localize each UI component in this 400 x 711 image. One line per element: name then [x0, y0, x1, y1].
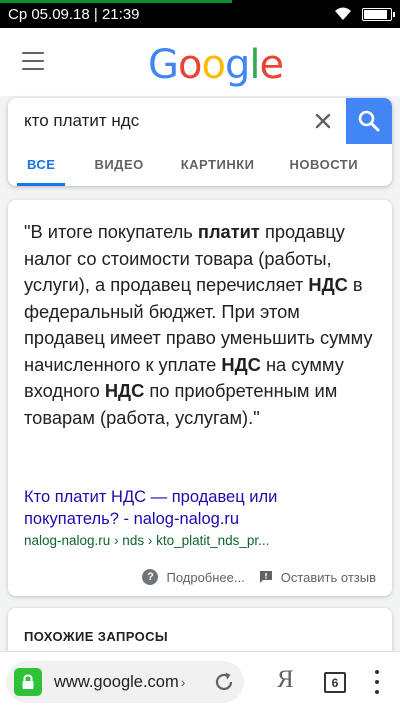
search-button[interactable] — [346, 98, 392, 144]
reload-icon — [215, 672, 233, 691]
search-icon — [358, 110, 380, 132]
status-icons — [334, 7, 395, 21]
logo-letter: o — [201, 42, 226, 88]
logo-letter: l — [249, 42, 260, 88]
tabs-switcher-button[interactable]: 6 — [324, 672, 346, 693]
result-title-link[interactable]: Кто платит НДС — продавец или покупатель… — [24, 486, 354, 530]
snippet-footer: ? Подробнее... Оставить отзыв — [8, 566, 392, 588]
page-load-progress-bar — [0, 0, 232, 3]
quote-highlight: НДС — [221, 353, 261, 375]
tab-video[interactable]: ВИДЕО — [94, 144, 143, 186]
address-bar[interactable]: www.google.com › — [6, 661, 244, 703]
close-icon — [315, 113, 331, 129]
status-time: Ср 05.09.18 | 21:39 — [8, 5, 140, 23]
quote-highlight: НДС — [308, 274, 348, 295]
snippet-quote: "В итоге покупатель платит продавцу нало… — [24, 219, 384, 431]
wifi-icon — [335, 7, 351, 20]
tab-all[interactable]: ВСЕ — [16, 144, 67, 186]
logo-letter: G — [148, 42, 179, 88]
result-url[interactable]: nalog-nalog.ru › nds › kto_platit_nds_pr… — [24, 533, 364, 548]
logo-letter: e — [259, 42, 284, 88]
quote-highlight: НДС — [104, 380, 145, 401]
logo-letter: o — [178, 42, 203, 88]
feedback-icon — [259, 571, 272, 583]
hamburger-menu-icon[interactable] — [22, 52, 44, 70]
battery-icon — [362, 7, 395, 21]
yandex-button[interactable]: Я — [277, 666, 294, 694]
help-icon: ? — [142, 569, 159, 585]
related-searches-title: ПОХОЖИЕ ЗАПРОСЫ — [24, 629, 169, 644]
tab-images[interactable]: КАРТИНКИ — [181, 144, 255, 186]
tab-news[interactable]: НОВОСТИ — [290, 144, 359, 186]
search-tabs: ВСЕ ВИДЕО КАРТИНКИ НОВОСТИ КА — [8, 144, 392, 186]
lock-icon[interactable] — [14, 668, 42, 696]
search-input[interactable] — [24, 108, 304, 134]
more-info-button[interactable]: ? Подробнее... — [142, 569, 245, 585]
quote-text: "В итоге покупатель — [24, 221, 198, 242]
url-chevron-icon: › — [180, 674, 186, 690]
quote-highlight: платит — [197, 221, 260, 242]
feedback-button[interactable]: Оставить отзыв — [259, 570, 376, 585]
more-info-label: Подробнее... — [166, 569, 245, 585]
search-card: ВСЕ ВИДЕО КАРТИНКИ НОВОСТИ КА — [8, 98, 392, 186]
search-row — [8, 98, 392, 144]
status-bar: Ср 05.09.18 | 21:39 — [0, 0, 400, 28]
feedback-label: Оставить отзыв — [280, 569, 376, 585]
clear-search-button[interactable] — [308, 106, 338, 136]
google-header: Google — [0, 28, 400, 96]
featured-snippet-card: "В итоге покупатель платит продавцу нало… — [8, 200, 392, 596]
browser-toolbar: www.google.com › Я 6 — [0, 651, 400, 711]
url-text[interactable]: www.google.com — [54, 673, 179, 692]
reload-button[interactable] — [212, 670, 236, 694]
overflow-menu-icon[interactable] — [374, 670, 380, 694]
google-logo[interactable]: Google — [148, 42, 284, 88]
logo-letter: g — [224, 42, 250, 88]
padlock-glyph — [22, 674, 34, 689]
